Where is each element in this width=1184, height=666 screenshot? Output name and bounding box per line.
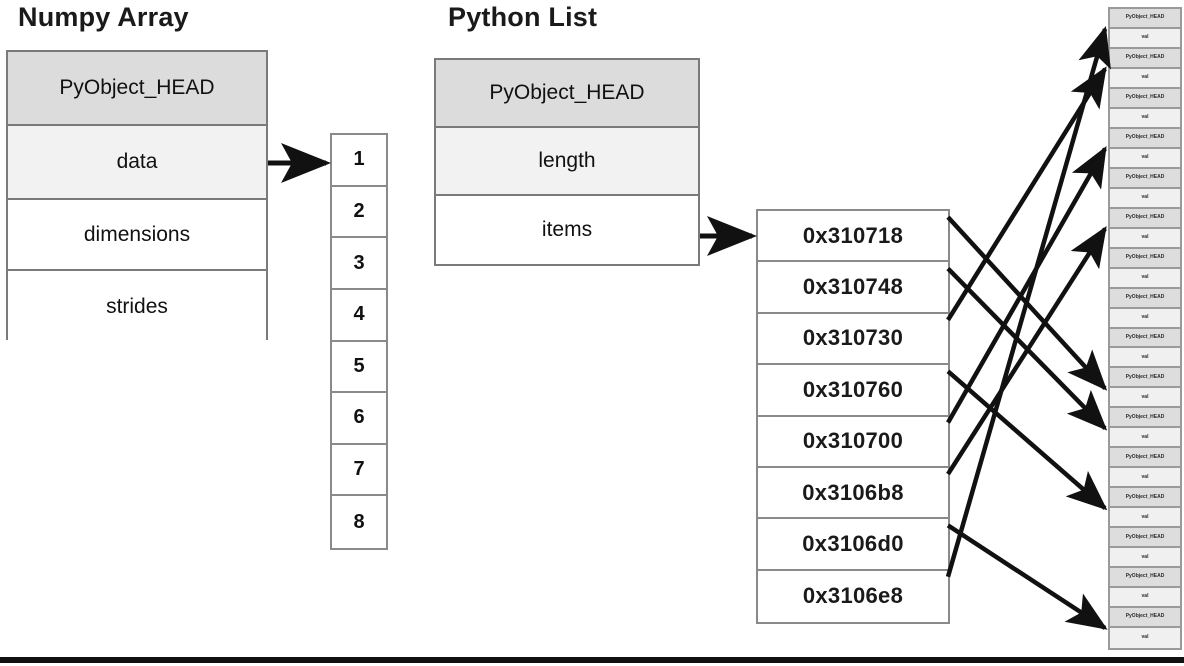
object-value-row: val bbox=[1110, 148, 1180, 169]
bottom-rule bbox=[0, 657, 1184, 663]
arrow-pointer-to-object bbox=[946, 215, 1108, 391]
pointer-cell: 0x3106e8 bbox=[758, 570, 948, 622]
numpy-field-data: data bbox=[8, 126, 266, 200]
numpy-data-cell: 3 bbox=[332, 238, 386, 290]
object-value-row: val bbox=[1110, 468, 1180, 489]
object-head-row: PyObject_HEAD bbox=[1110, 568, 1180, 589]
object-head-row: PyObject_HEAD bbox=[1110, 248, 1180, 269]
object-head-row: PyObject_HEAD bbox=[1110, 88, 1180, 109]
numpy-field-pyobject-head: PyObject_HEAD bbox=[8, 52, 266, 126]
object-head-row: PyObject_HEAD bbox=[1110, 288, 1180, 309]
object-head-row: PyObject_HEAD bbox=[1110, 328, 1180, 349]
object-value-row: val bbox=[1110, 348, 1180, 369]
arrow-pointer-to-object bbox=[946, 266, 1108, 431]
diagram-canvas: Numpy Array PyObject_HEAD data dimensions s… bbox=[0, 0, 1184, 666]
object-value-row: val bbox=[1110, 428, 1180, 449]
object-head-row: PyObject_HEAD bbox=[1110, 528, 1180, 549]
pointer-cell: 0x310700 bbox=[758, 416, 948, 468]
object-value-row: val bbox=[1110, 588, 1180, 609]
pointer-cell: 0x310718 bbox=[758, 211, 948, 263]
object-value-row: val bbox=[1110, 508, 1180, 529]
object-head-row: PyObject_HEAD bbox=[1110, 368, 1180, 389]
object-value-row: val bbox=[1110, 628, 1180, 648]
object-value-row: val bbox=[1110, 28, 1180, 49]
numpy-data-buffer: 12345678 bbox=[330, 133, 388, 550]
pointer-cell: 0x3106b8 bbox=[758, 467, 948, 520]
pylist-field-length: length bbox=[436, 128, 698, 196]
object-head-row: PyObject_HEAD bbox=[1110, 408, 1180, 429]
numpy-data-cell: 1 bbox=[332, 135, 386, 187]
arrow-pointer-to-object bbox=[945, 25, 1111, 578]
object-head-row: PyObject_HEAD bbox=[1110, 608, 1180, 629]
python-int-objects-column: PyObject_HEAD val PyObject_HEAD val PyObject… bbox=[1108, 7, 1182, 650]
object-value-row: val bbox=[1110, 388, 1180, 409]
object-value-row: val bbox=[1110, 188, 1180, 209]
arrow-pointer-to-object bbox=[946, 369, 1108, 511]
object-head-row: PyObject_HEAD bbox=[1110, 9, 1180, 29]
python-list-items-array: 0x310718 0x310748 0x310730 0x310760 0x310700… bbox=[756, 209, 950, 624]
arrow-pointer-to-object bbox=[946, 66, 1107, 322]
object-head-row: PyObject_HEAD bbox=[1110, 48, 1180, 69]
object-value-row: val bbox=[1110, 268, 1180, 289]
numpy-data-cell: 4 bbox=[332, 289, 386, 342]
numpy-data-cell: 8 bbox=[332, 496, 386, 548]
object-head-row: PyObject_HEAD bbox=[1110, 128, 1180, 149]
arrow-pointer-to-object bbox=[946, 146, 1107, 424]
pointer-cell: 0x310760 bbox=[758, 365, 948, 417]
pylist-field-items: items bbox=[436, 196, 698, 264]
python-list-title: Python List bbox=[448, 2, 598, 32]
numpy-array-struct: PyObject_HEAD data dimensions strides bbox=[6, 50, 268, 342]
numpy-field-dimensions: dimensions bbox=[8, 200, 266, 271]
python-list-struct: PyObject_HEAD length items bbox=[434, 58, 700, 266]
object-head-row: PyObject_HEAD bbox=[1110, 208, 1180, 229]
arrow-pointer-to-object bbox=[946, 523, 1108, 630]
numpy-data-cell: 5 bbox=[332, 341, 386, 394]
pointer-cell: 0x310730 bbox=[758, 313, 948, 366]
numpy-array-title: Numpy Array bbox=[18, 2, 189, 32]
arrow-pointer-to-object bbox=[946, 226, 1107, 476]
numpy-data-cell: 2 bbox=[332, 186, 386, 239]
pointer-cell: 0x3106d0 bbox=[758, 519, 948, 571]
object-value-row: val bbox=[1110, 548, 1180, 569]
numpy-data-cell: 6 bbox=[332, 393, 386, 445]
object-head-row: PyObject_HEAD bbox=[1110, 448, 1180, 469]
object-value-row: val bbox=[1110, 68, 1180, 89]
pointer-cell: 0x310748 bbox=[758, 262, 948, 314]
object-head-row: PyObject_HEAD bbox=[1110, 488, 1180, 509]
object-value-row: val bbox=[1110, 308, 1180, 329]
object-head-row: PyObject_HEAD bbox=[1110, 168, 1180, 189]
object-value-row: val bbox=[1110, 108, 1180, 129]
object-value-row: val bbox=[1110, 228, 1180, 249]
numpy-data-cell: 7 bbox=[332, 444, 386, 497]
numpy-field-strides: strides bbox=[8, 271, 266, 342]
pylist-field-pyobject-head: PyObject_HEAD bbox=[436, 60, 698, 128]
